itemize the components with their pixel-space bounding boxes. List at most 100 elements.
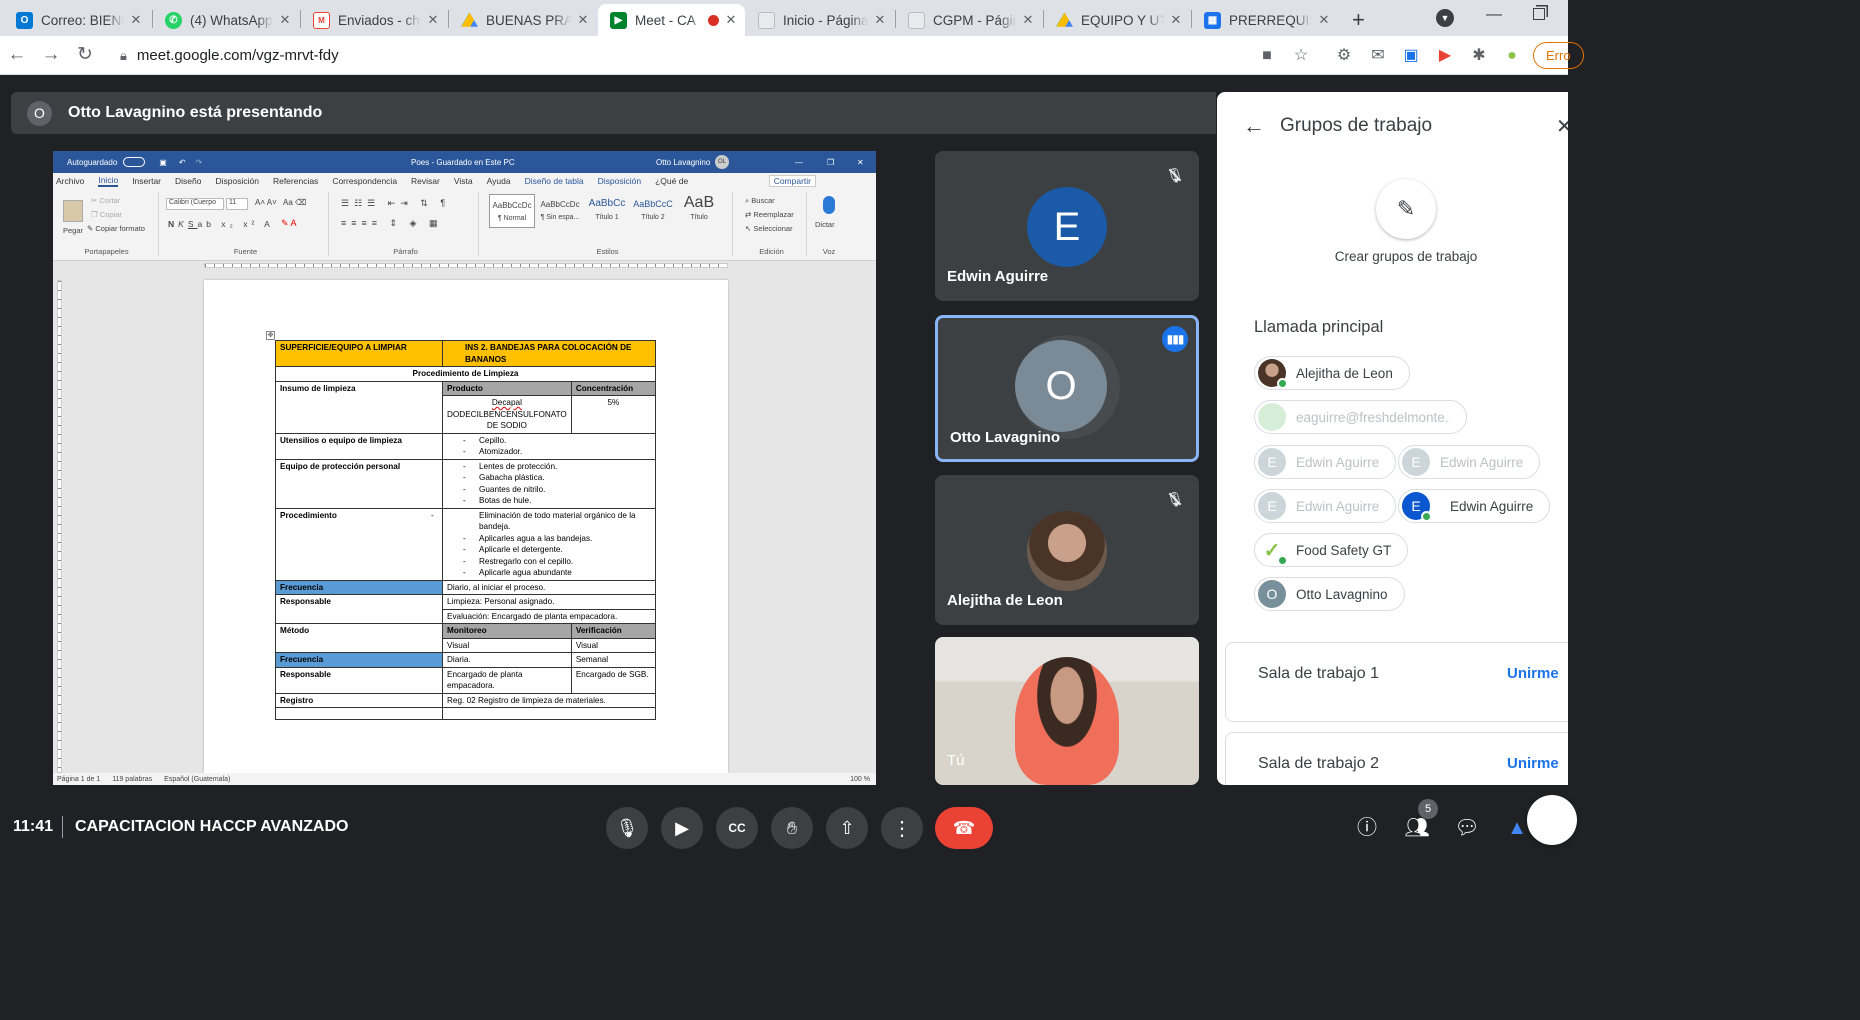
dictate-label[interactable]: Dictar [815, 220, 835, 229]
participant-tile-edwin[interactable]: E 🎙︎ Edwin Aguirre [935, 151, 1199, 301]
undo-icon[interactable]: ↶ [179, 158, 186, 167]
tab-gmail[interactable]: M Enviados - che ✕ [301, 4, 447, 36]
tab-search-icon[interactable]: ▼ [1436, 9, 1454, 27]
tab-outlook[interactable]: O Correo: BIENES✕ [4, 4, 150, 36]
join-room-button[interactable]: Unirme [1507, 755, 1559, 772]
restore-icon[interactable] [1533, 8, 1545, 20]
font-size-buttons[interactable]: A˄ A˅ Aa ⌫ [255, 198, 306, 207]
style-sin-espacio[interactable]: AaBbCcDc ¶ Sin espa... [537, 194, 583, 228]
close-tab-icon[interactable]: ✕ [277, 12, 293, 28]
close-icon[interactable]: ✕ [857, 158, 864, 167]
chip-edwin-4[interactable]: E Edwin Aguirre [1398, 489, 1551, 523]
raise-hand-button[interactable]: ✋︎ [771, 807, 813, 849]
align-icons[interactable]: ≡≡≡≡ ⇕ ◈ ▦ [341, 218, 442, 229]
menu-disposicion[interactable]: Disposición [215, 176, 258, 186]
replace-button[interactable]: ⇄ Reemplazar [745, 210, 794, 219]
menu-ayuda[interactable]: Ayuda [487, 176, 511, 186]
participant-tile-self[interactable]: Tú [935, 637, 1199, 785]
menu-disposicion-tabla[interactable]: Disposición [598, 176, 641, 186]
menu-vista[interactable]: Vista [454, 176, 473, 186]
minimize-icon[interactable]: — [1486, 6, 1502, 24]
more-options-button[interactable]: ⋮ [881, 807, 923, 849]
pencil-icon[interactable]: ✎ [1376, 179, 1436, 239]
paste-icon[interactable] [63, 200, 83, 222]
menu-diseno-tabla[interactable]: Diseño de tabla [525, 176, 584, 186]
style-titulo[interactable]: AaB Título [677, 194, 721, 228]
tab-meet-active[interactable]: ▶ Meet - CA ✕ [598, 4, 745, 36]
close-tab-icon[interactable]: ✕ [1316, 12, 1332, 28]
close-tab-icon[interactable]: ✕ [575, 12, 591, 28]
chip-food-safety[interactable]: ✓ Food Safety GT [1254, 533, 1409, 567]
close-tab-icon[interactable]: ✕ [723, 12, 739, 28]
font-size-select[interactable]: 11 [226, 198, 248, 210]
leave-call-button[interactable]: ☎︎ [935, 807, 993, 849]
poes-table[interactable]: SUPERFICIE/EQUIPO A LIMPIAR INS 2. BANDE… [275, 340, 657, 720]
microphone-icon[interactable] [823, 196, 835, 214]
menu-correspondencia[interactable]: Correspondencia [332, 176, 397, 186]
puzzle-icon[interactable]: ✱ [1469, 46, 1489, 66]
font-format-buttons[interactable]: NKSab x₂ x² A [168, 219, 274, 229]
tab-inicio[interactable]: Inicio - Página ✕ [746, 4, 894, 36]
close-tab-icon[interactable]: ✕ [872, 12, 888, 28]
cut-button[interactable]: ✂ Cortar [91, 196, 120, 205]
style-titulo1[interactable]: AaBbCc Título 1 [585, 194, 629, 228]
back-arrow-icon[interactable]: ← [1243, 113, 1265, 139]
find-button[interactable]: ⌕ Buscar [745, 196, 775, 206]
present-button[interactable]: ⇧ [826, 807, 868, 849]
profile-avatar-icon[interactable]: ● [1502, 46, 1522, 66]
chat-icon[interactable]: 💬︎ [1452, 813, 1482, 843]
list-icons[interactable]: ☰☷☰ ⇤⇥ ⇅ ¶ [341, 198, 450, 209]
format-painter-button[interactable]: ✎ Copiar formato [87, 224, 145, 233]
style-normal[interactable]: AaBbCcDc ¶ Normal [489, 194, 535, 228]
new-tab-icon[interactable]: + [1352, 7, 1365, 33]
menu-diseno[interactable]: Diseño [175, 176, 201, 186]
close-tab-icon[interactable]: ✕ [1168, 12, 1184, 28]
camera-blocked-icon[interactable]: ■ [1257, 46, 1277, 66]
select-button[interactable]: ↖ Seleccionar [745, 224, 793, 233]
floating-extension-icon[interactable] [1527, 795, 1577, 845]
zoom-extension-icon[interactable]: ▣ [1401, 46, 1421, 66]
menu-referencias[interactable]: Referencias [273, 176, 318, 186]
url-field[interactable]: 🔒︎ meet.google.com/vgz-mrvt-fdy [110, 40, 1240, 71]
menu-revisar[interactable]: Revisar [411, 176, 440, 186]
close-tab-icon[interactable]: ✕ [128, 12, 144, 28]
save-icon[interactable]: ▣ [159, 158, 167, 167]
font-name-select[interactable]: Calibri (Cuerpo [166, 198, 224, 210]
copy-button[interactable]: ❐ Copiar [91, 210, 122, 219]
extension-icon[interactable]: ⚙ [1334, 46, 1354, 66]
tab-cgpm[interactable]: CGPM - Págin ✕ [896, 4, 1042, 36]
profile-error-button[interactable]: Erro [1533, 42, 1584, 69]
close-panel-icon[interactable]: ✕ [1556, 114, 1568, 139]
info-icon[interactable]: ⓘ [1352, 813, 1382, 843]
document-page[interactable]: ✥ SUPERFICIE/EQUIPO A LIMPIAR INS 2. BAN… [204, 280, 728, 773]
paste-label[interactable]: Pegar [63, 226, 83, 235]
captions-button[interactable]: CC [716, 807, 758, 849]
bookmark-star-icon[interactable]: ☆ [1291, 46, 1311, 66]
forward-icon[interactable]: → [40, 44, 62, 66]
table-move-handle-icon[interactable]: ✥ [266, 331, 275, 340]
tab-sites[interactable]: ▦ PRERREQUISIT✕ [1192, 4, 1338, 36]
chip-eaguirre[interactable]: eaguirre@freshdelmonte.... [1254, 400, 1467, 434]
chip-otto[interactable]: O Otto Lavagnino [1254, 577, 1405, 611]
microphone-button[interactable]: 🎙︎ [606, 807, 648, 849]
menu-archivo[interactable]: Archivo [56, 176, 84, 186]
back-icon[interactable]: ← [6, 44, 28, 66]
redo-icon[interactable]: ↷ [196, 158, 203, 167]
chip-alejitha[interactable]: Alejitha de Leon [1254, 356, 1410, 390]
menu-tell-me[interactable]: ¿Qué de [655, 176, 688, 186]
chip-edwin-2[interactable]: E Edwin Aguirre [1398, 445, 1541, 479]
close-tab-icon[interactable]: ✕ [425, 12, 441, 28]
reload-icon[interactable]: ↻ [74, 44, 96, 66]
menu-inicio[interactable]: Inicio [98, 175, 119, 187]
minimize-icon[interactable]: — [795, 158, 803, 167]
participant-tile-otto[interactable]: O ▮▮▮ Otto Lavagnino [935, 315, 1199, 462]
participant-tile-alejitha[interactable]: 🎙︎ Alejitha de Leon [935, 475, 1199, 625]
share-button[interactable]: Compartir [768, 175, 816, 187]
join-room-button[interactable]: Unirme [1507, 665, 1559, 682]
style-titulo2[interactable]: AaBbCcC Título 2 [631, 194, 675, 228]
autosave-toggle[interactable] [123, 157, 146, 167]
restore-icon[interactable]: ❐ [827, 158, 834, 167]
play-extension-icon[interactable]: ▶ [1435, 46, 1455, 66]
tab-drive-buenas[interactable]: BUENAS PRAC✕ [449, 4, 597, 36]
tab-whatsapp[interactable]: ✆ (4) WhatsApp ✕ [153, 4, 299, 36]
